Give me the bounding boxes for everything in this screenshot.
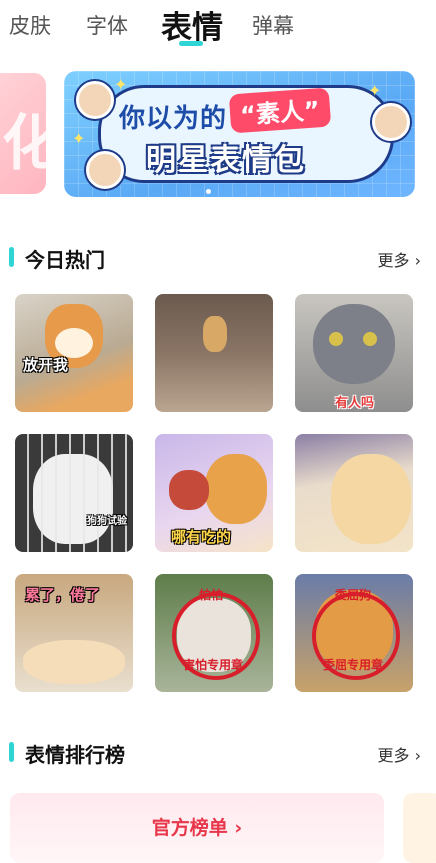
banner-quote: “素人” (228, 87, 331, 134)
sticker-shiba-leash[interactable]: 放开我 (15, 294, 133, 412)
sparkle-icon: ✦ (114, 75, 128, 94)
stamp-bottom-text: 害怕专用章 (183, 658, 244, 672)
dog-shape (205, 454, 267, 524)
sticker-scared-cat-stamp[interactable]: 怕怕 害怕专用章 (155, 574, 273, 692)
sparkle-icon: ✦ (72, 129, 86, 148)
official-ranking-label: 官方榜单 › (151, 817, 243, 839)
tab-font[interactable]: 字体 (86, 10, 128, 40)
sticker-caption: 有人吗 (335, 396, 375, 411)
stamp-top-text: 怕怕 (199, 588, 224, 602)
celebrity-avatar (372, 103, 410, 141)
section-accent-bar (9, 247, 14, 267)
dog-shape (203, 316, 227, 352)
cat-shape (23, 640, 125, 684)
stamp-bottom-text: 委屈专用章 (323, 658, 384, 672)
dog-mouth (169, 470, 209, 510)
dog-shape (331, 454, 411, 544)
celebrity-avatar (86, 151, 124, 189)
more-link-hot[interactable]: 更多 › (378, 247, 422, 271)
tab-danmaku[interactable]: 弹幕 (252, 10, 294, 40)
celebrity-avatar (76, 81, 114, 119)
more-link-rank[interactable]: 更多 › (378, 742, 422, 766)
stamp-top-text: 委屈狗 (335, 588, 372, 602)
sticker-caption: 哪有吃的 (171, 528, 232, 546)
banner-line1: 你以为的 (119, 104, 228, 134)
sticker-caption: 累了，倦了 (25, 586, 101, 604)
banner-line2: 明星表情包 (146, 143, 306, 178)
sticker-caption: 狗狗试验 (87, 516, 127, 527)
sticker-grey-cat[interactable]: 有人吗 (295, 294, 413, 412)
active-tab-indicator (179, 41, 203, 46)
sticker-tired-kitten[interactable]: 累了，倦了 (15, 574, 133, 692)
cat-eye (329, 332, 343, 346)
section-title-hot: 今日热门 (25, 248, 105, 272)
sticker-dog-hallway[interactable] (155, 294, 273, 412)
section-title-rank: 表情排行榜 (25, 743, 125, 767)
banner-card[interactable]: 你以为的 “素人” 明星表情包 ✦ ✦ ✦ (64, 71, 415, 197)
cat-head (313, 304, 395, 384)
cat-eye (363, 332, 377, 346)
banner-peek-char: 化 (2, 109, 62, 179)
sticker-caption: 放开我 (23, 356, 69, 374)
next-ranking-card[interactable] (403, 793, 436, 863)
sparkle-icon: ✦ (368, 81, 382, 100)
sticker-sad-shiba-stamp[interactable]: 委屈狗 委屈专用章 (295, 574, 413, 692)
sticker-puppy-paw[interactable] (295, 434, 413, 552)
sticker-hungry-dogs[interactable]: 哪有吃的 (155, 434, 273, 552)
sticker-husky-cage[interactable]: 狗狗试验 (15, 434, 133, 552)
top-tab-bar: 皮肤 字体 表情 弹幕 (0, 0, 436, 60)
official-ranking-card[interactable]: 官方榜单 › (10, 793, 384, 863)
tab-skin[interactable]: 皮肤 (9, 10, 51, 40)
cage-bars (15, 434, 133, 552)
carousel-dot (206, 189, 211, 194)
section-accent-bar (9, 742, 14, 762)
banner-previous-card[interactable]: 化 (0, 73, 62, 194)
